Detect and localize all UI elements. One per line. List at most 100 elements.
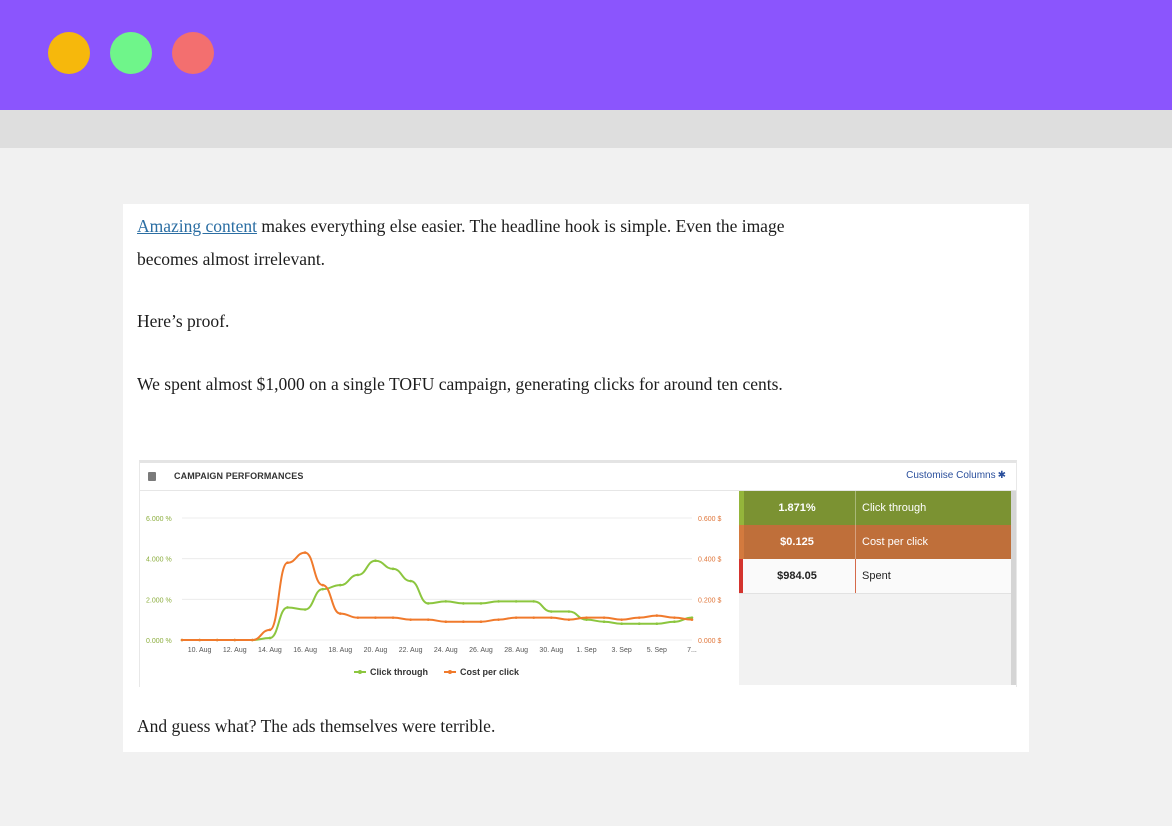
legend-marker-cost-per-click (448, 670, 452, 674)
x-tick-label: 22. Aug (399, 647, 423, 654)
x-tick-label: 20. Aug (364, 647, 388, 654)
panel-scroll-edge (1011, 491, 1016, 685)
x-tick-label: 5. Sep (647, 647, 667, 654)
data-point-click-through (655, 622, 659, 626)
data-point-cost-per-click (303, 551, 307, 554)
facebook-icon (148, 472, 156, 481)
metric-row-spent[interactable]: $984.05 Spent (739, 559, 1011, 594)
data-point-click-through (550, 610, 553, 613)
data-point-click-through (462, 602, 465, 605)
data-point-cost-per-click (567, 618, 571, 621)
paragraph-proof: Here’s proof. (137, 311, 230, 331)
x-tick-label: 24. Aug (434, 647, 458, 654)
metric-divider (855, 525, 856, 559)
data-point-click-through (444, 600, 448, 603)
x-tick-label: 10. Aug (188, 647, 212, 654)
data-point-click-through (602, 620, 606, 623)
metric-divider (855, 491, 856, 525)
data-point-click-through (356, 573, 360, 577)
data-point-cost-per-click (462, 620, 465, 623)
data-point-click-through (673, 620, 676, 623)
campaign-performance-widget: CAMPAIGN PERFORMANCES Customise Columns ✱… (139, 460, 1017, 687)
data-point-cost-per-click (215, 638, 219, 642)
metric-label: Spent (862, 570, 891, 582)
widget-header: CAMPAIGN PERFORMANCES Customise Columns ✱ (140, 463, 1016, 491)
maximize-button[interactable] (110, 32, 152, 74)
data-point-click-through (409, 579, 412, 583)
data-point-click-through (637, 622, 641, 626)
data-point-cost-per-click (338, 612, 342, 615)
paragraph-intro: Amazing content makes everything else ea… (137, 210, 837, 276)
x-tick-label: 18. Aug (328, 647, 352, 654)
data-point-cost-per-click (426, 618, 430, 621)
y-right-tick-label: 0.400 $ (698, 557, 721, 564)
data-point-cost-per-click (321, 583, 324, 587)
y-right-tick-label: 0.200 $ (698, 597, 721, 604)
paragraph-conclusion: And guess what? The ads themselves were … (137, 716, 496, 736)
data-point-click-through (479, 602, 483, 605)
data-point-click-through (321, 587, 324, 591)
data-point-cost-per-click (444, 620, 448, 623)
y-left-tick-label: 0.000 % (146, 638, 172, 645)
metric-row-cost-per-click[interactable]: $0.125 Cost per click (739, 525, 1011, 559)
y-right-tick-label: 0.000 $ (698, 638, 721, 645)
metric-value: 1.871% (778, 502, 816, 514)
y-left-tick-label: 2.000 % (146, 597, 172, 604)
data-point-cost-per-click (532, 616, 536, 619)
data-point-click-through (303, 608, 307, 611)
data-point-cost-per-click (251, 638, 254, 642)
minimize-button[interactable] (48, 32, 90, 74)
data-point-cost-per-click (286, 561, 289, 565)
data-point-click-through (426, 602, 430, 605)
data-point-cost-per-click (585, 616, 588, 619)
x-tick-label: 26. Aug (469, 647, 493, 654)
data-point-cost-per-click (233, 638, 237, 642)
metric-value: $0.125 (780, 536, 814, 548)
close-button[interactable] (172, 32, 214, 74)
series-line-click-through (181, 559, 693, 641)
data-point-click-through (532, 600, 536, 603)
data-point-cost-per-click (690, 618, 694, 621)
data-point-click-through (286, 606, 289, 609)
x-tick-label: 28. Aug (504, 647, 528, 654)
legend-label-click-through: Click through (370, 667, 428, 677)
amazing-content-link[interactable]: Amazing content (137, 216, 257, 236)
data-point-cost-per-click (497, 618, 500, 621)
data-point-click-through (567, 610, 571, 613)
metric-row-click-through[interactable]: 1.871% Click through (739, 491, 1011, 525)
customise-columns-label: Customise Columns (906, 470, 996, 481)
x-tick-label: 7... (687, 647, 697, 654)
data-point-click-through (374, 559, 377, 562)
y-left-tick-label: 4.000 % (146, 557, 172, 564)
window-toolbar (0, 110, 1172, 148)
data-point-cost-per-click (198, 638, 201, 642)
x-tick-label: 3. Sep (612, 647, 632, 654)
data-point-cost-per-click (550, 616, 553, 619)
data-point-cost-per-click (374, 616, 377, 619)
customise-columns-link[interactable]: Customise Columns ✱ (906, 470, 1006, 481)
data-point-cost-per-click (602, 616, 606, 619)
window-titlebar (0, 0, 1172, 110)
article-card: Amazing content makes everything else ea… (123, 204, 1029, 752)
metrics-panel: 1.871% Click through $0.125 Cost per cli… (739, 491, 1011, 685)
data-point-click-through (338, 583, 342, 587)
x-tick-label: 30. Aug (539, 647, 563, 654)
metric-label: Click through (862, 502, 927, 514)
data-point-click-through (391, 567, 395, 571)
data-point-cost-per-click (409, 618, 412, 621)
series-line-cost-per-click (181, 551, 693, 641)
data-point-cost-per-click (673, 616, 676, 619)
x-tick-label: 16. Aug (293, 647, 317, 654)
data-point-cost-per-click (356, 616, 360, 619)
data-point-click-through (620, 622, 623, 626)
metric-label: Cost per click (862, 536, 929, 548)
x-tick-label: 14. Aug (258, 647, 282, 654)
data-point-cost-per-click (479, 620, 483, 623)
y-right-tick-label: 0.600 $ (698, 516, 721, 523)
data-point-cost-per-click (268, 628, 272, 632)
campaign-chart: 0.000 % 0.000 $ 2.000 % 0.200 $ 4.000 % 0.400… (146, 516, 721, 677)
x-tick-label: 1. Sep (576, 647, 596, 654)
legend-marker-click-through (358, 670, 362, 674)
data-point-cost-per-click (514, 616, 518, 619)
data-point-click-through (514, 600, 518, 603)
